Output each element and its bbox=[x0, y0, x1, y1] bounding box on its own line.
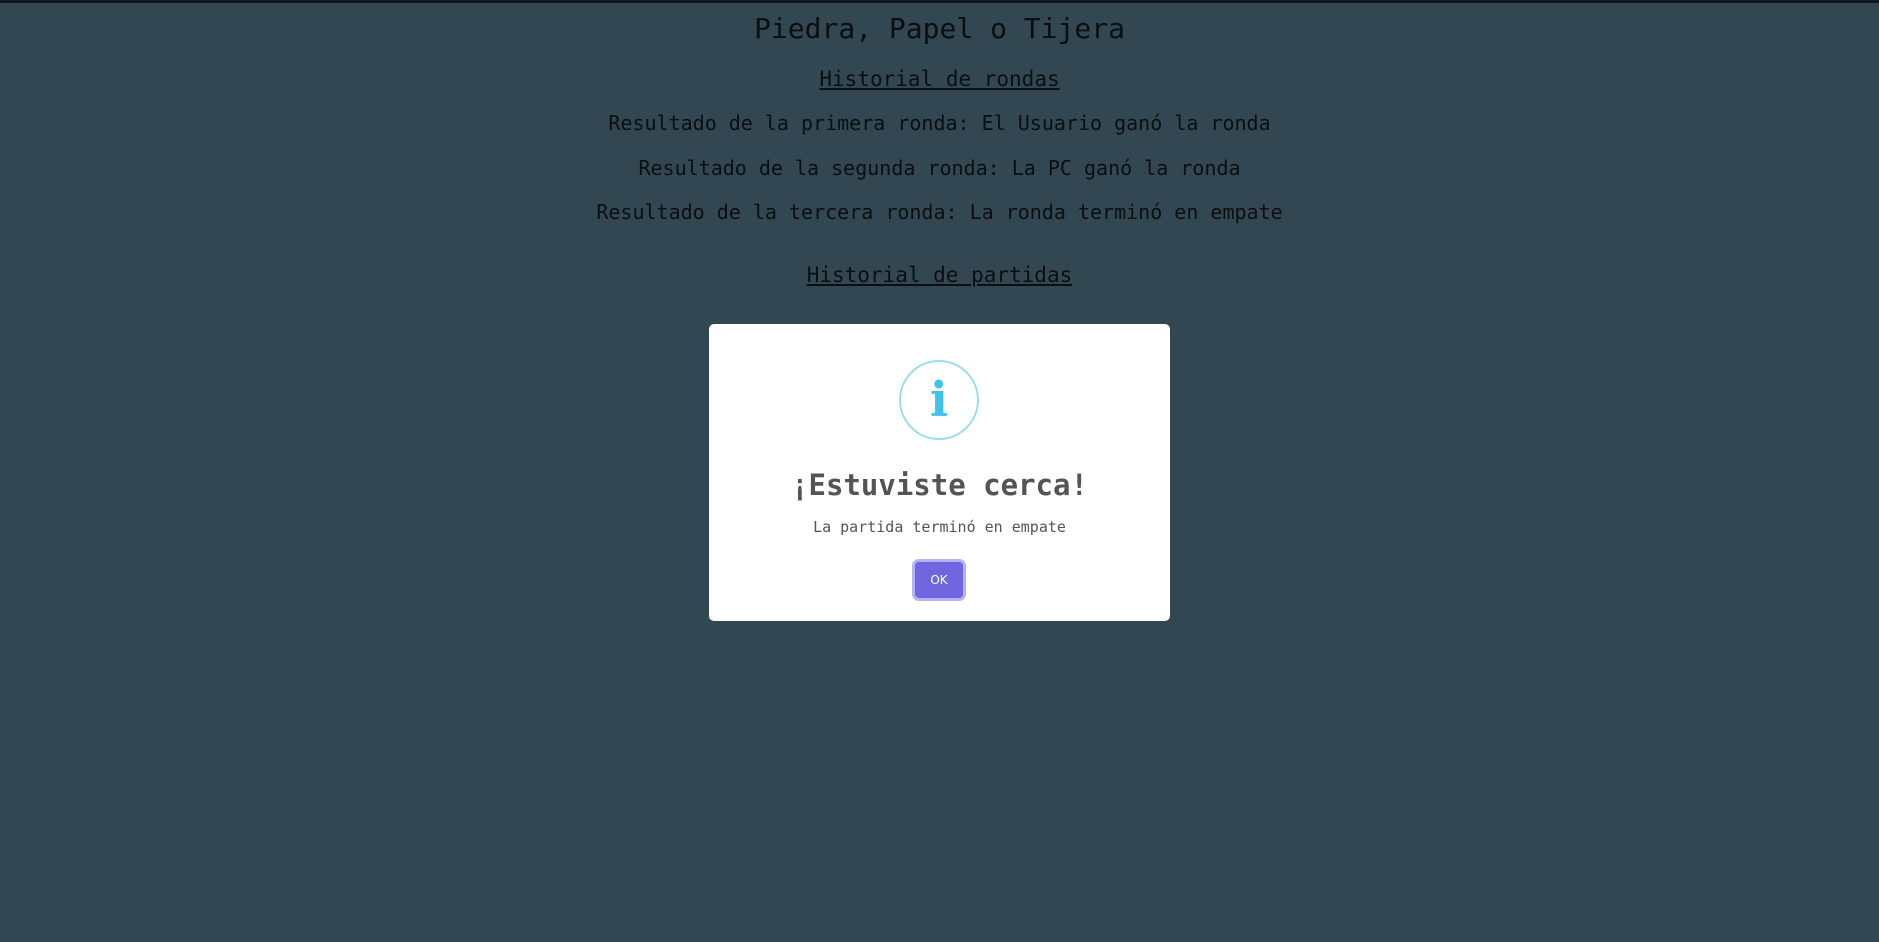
modal-message: La partida terminó en empate bbox=[813, 518, 1066, 536]
ok-button[interactable]: OK bbox=[915, 562, 963, 598]
modal-title: ¡Estuviste cerca! bbox=[791, 468, 1088, 502]
modal-overlay: i ¡Estuviste cerca! La partida terminó e… bbox=[0, 0, 1879, 942]
info-icon: i bbox=[899, 360, 979, 440]
alert-modal: i ¡Estuviste cerca! La partida terminó e… bbox=[709, 324, 1170, 621]
